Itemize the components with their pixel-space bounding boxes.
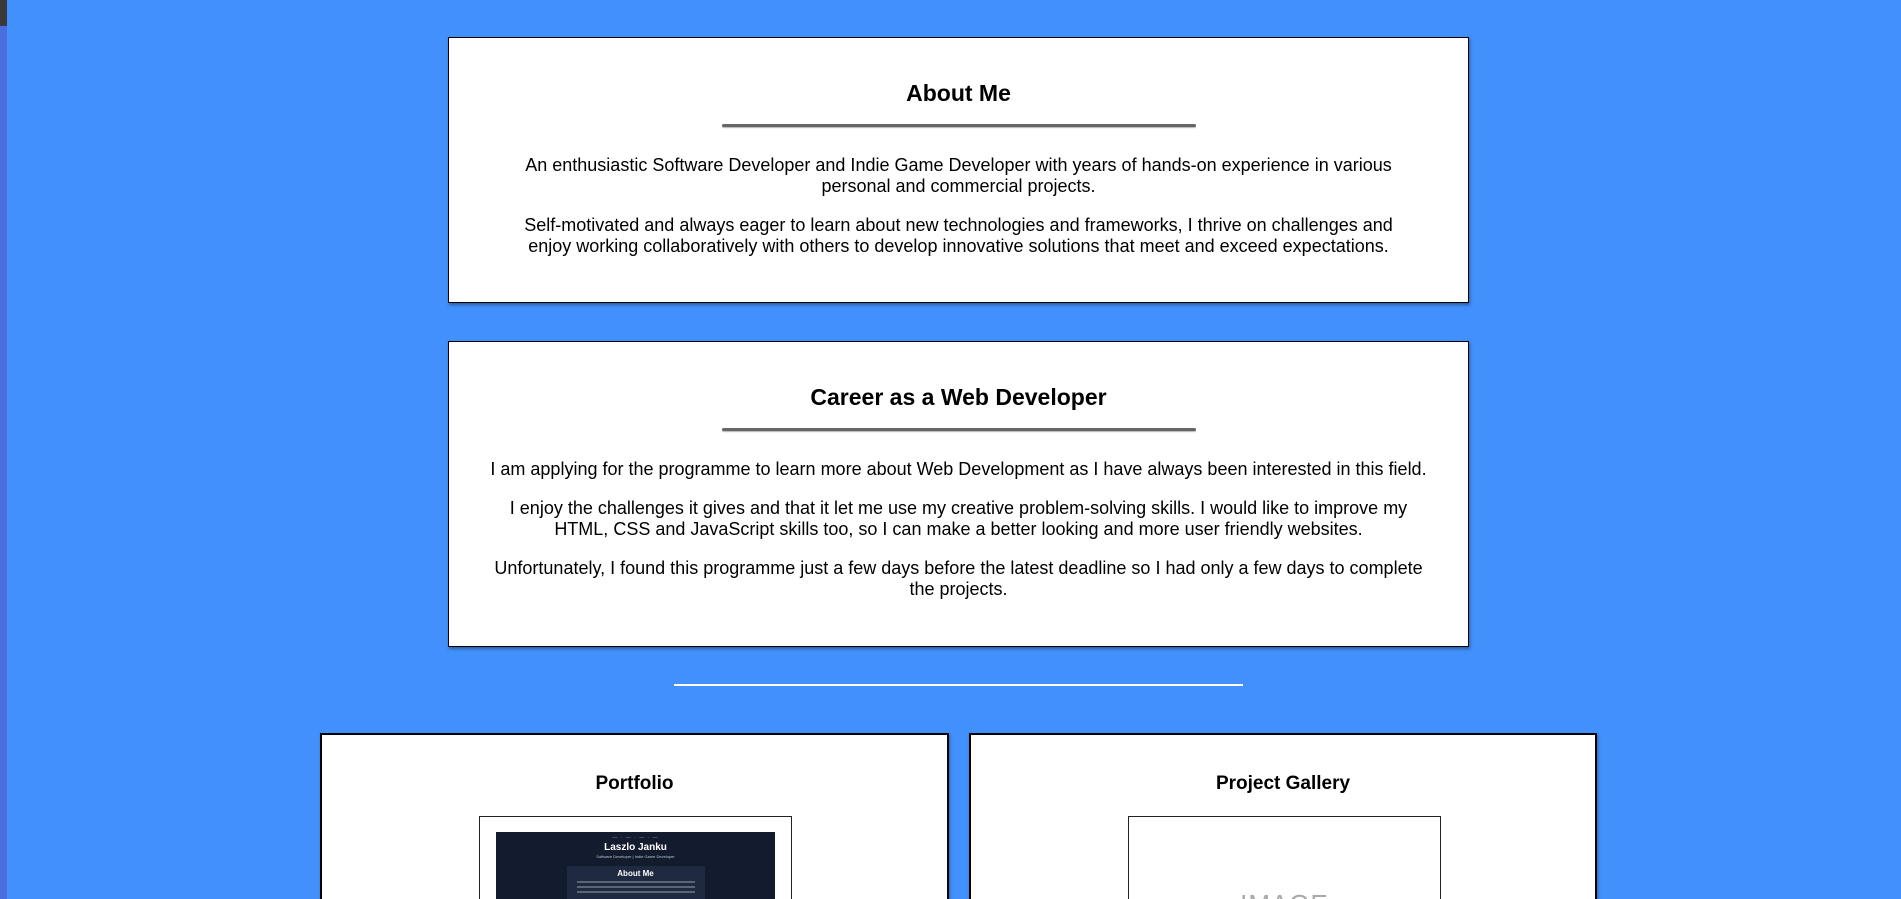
career-paragraph-3: Unfortunately, I found this programme ju… [494,558,1423,599]
image-placeholder-text: IMAGE [1129,889,1440,899]
section-divider [674,684,1243,686]
about-me-paragraph-1: An enthusiastic Software Developer and I… [525,155,1392,196]
career-paragraph-2: I enjoy the challenges it gives and that… [509,498,1408,539]
preview-text-line [576,881,695,883]
preview-text-line [576,891,695,893]
project-gallery-thumbnail[interactable]: IMAGE [1128,816,1441,899]
about-me-title: About Me [906,80,1011,106]
about-me-card: About Me An enthusiastic Software Develo… [448,37,1469,303]
about-me-underline [721,124,1196,127]
portfolio-thumbnail[interactable]: — · — · — · — Laszlo Janku Software Deve… [479,816,792,899]
page: About Me An enthusiastic Software Develo… [0,0,1901,899]
preview-subtitle: Software Developer | Indie Game Develope… [596,854,675,859]
portfolio-preview-image: — · — · — · — Laszlo Janku Software Deve… [496,832,775,899]
project-gallery-title: Project Gallery [1215,773,1351,794]
project-gallery-tile[interactable]: Project Gallery IMAGE [969,733,1597,899]
career-underline [721,428,1196,431]
left-edge-scroll-marker [0,0,7,26]
preview-section-title: About Me [617,869,654,878]
preview-nav: — · — · — · — [612,835,659,841]
career-paragraph-1: I am applying for the programme to learn… [490,459,1427,479]
portfolio-tile[interactable]: Portfolio — · — · — · — Laszlo Janku Sof… [320,733,949,899]
career-title: Career as a Web Developer [810,384,1107,410]
preview-about-card: About Me [566,866,705,899]
about-me-paragraph-2: Self-motivated and always eager to learn… [524,215,1393,256]
left-edge-strip [0,0,7,899]
portfolio-title: Portfolio [595,773,674,794]
preview-text-line [576,886,695,888]
career-card: Career as a Web Developer I am applying … [448,341,1469,647]
preview-name: Laszlo Janku [604,842,667,853]
